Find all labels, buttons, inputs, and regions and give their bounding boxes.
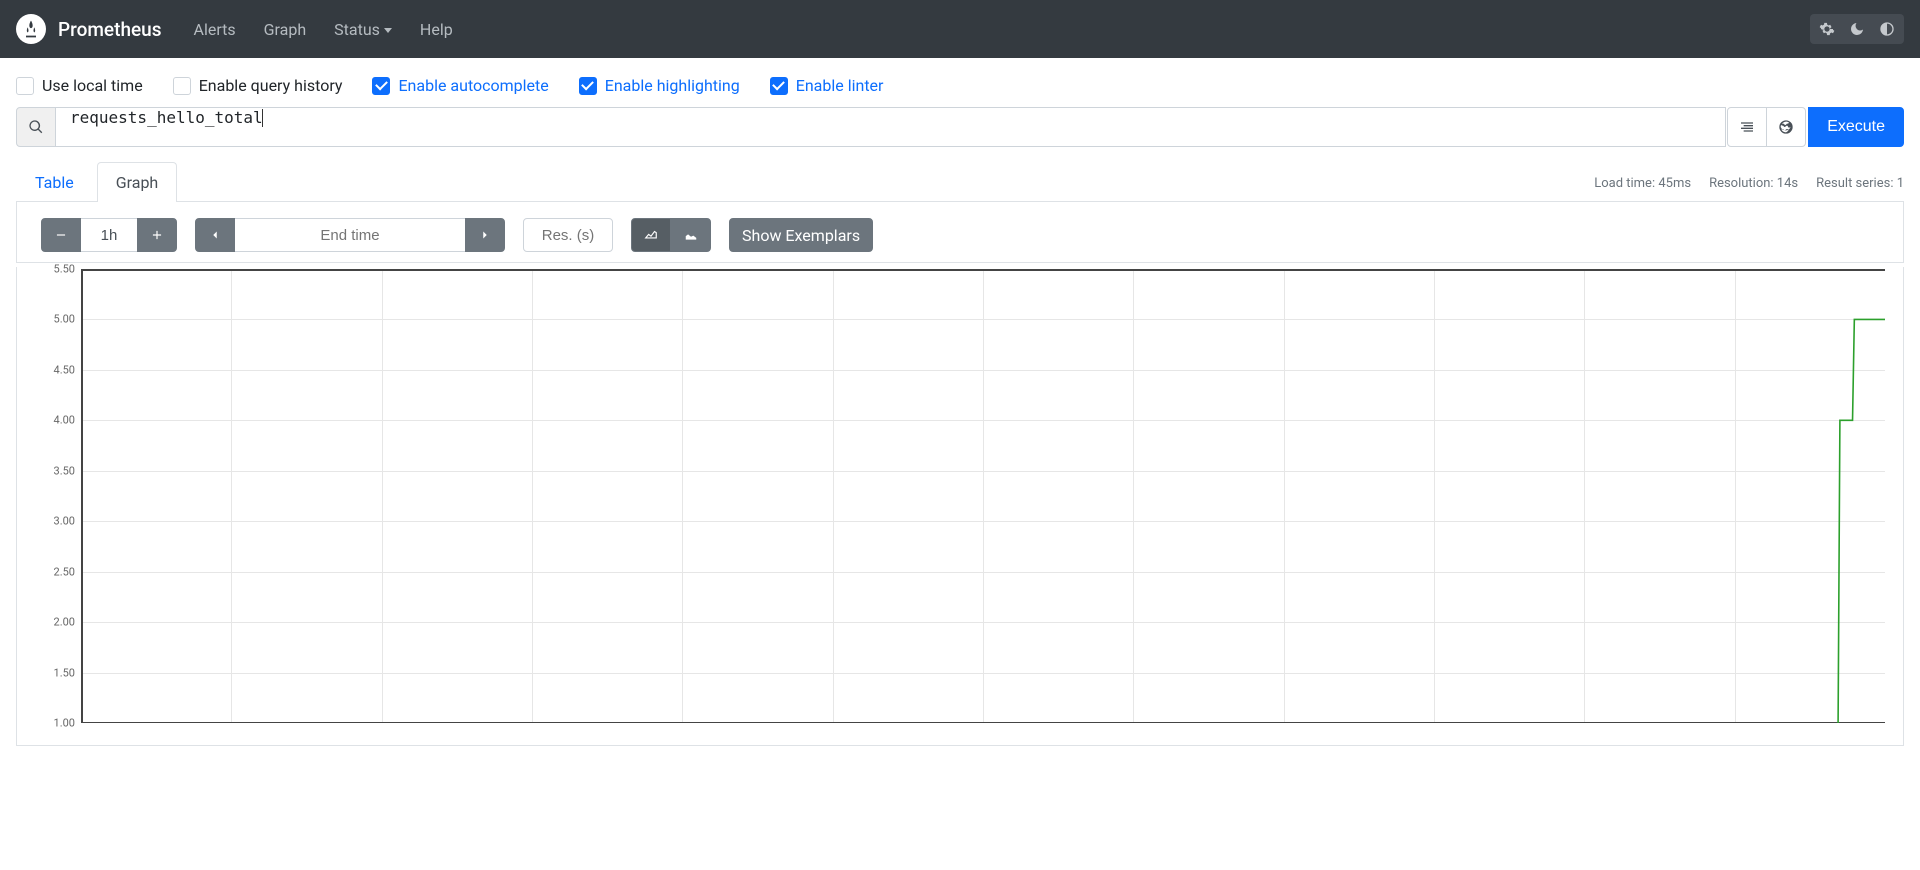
query-bar: requests_hello_total Execute bbox=[16, 107, 1904, 147]
checkbox[interactable] bbox=[16, 77, 34, 95]
opt-highlighting[interactable]: Enable highlighting bbox=[579, 76, 740, 95]
stacked-chart-icon[interactable] bbox=[671, 218, 711, 252]
nav-graph[interactable]: Graph bbox=[252, 12, 319, 47]
endtime-group bbox=[195, 218, 505, 252]
opt-autocomplete[interactable]: Enable autocomplete bbox=[372, 76, 548, 95]
expression-input[interactable]: requests_hello_total bbox=[56, 107, 1726, 147]
meta-load-time: Load time: 45ms bbox=[1594, 176, 1691, 191]
contrast-icon[interactable] bbox=[1872, 16, 1902, 42]
checkbox[interactable] bbox=[173, 77, 191, 95]
moon-icon[interactable] bbox=[1842, 16, 1872, 42]
series-requests_hello_total bbox=[25, 267, 1895, 737]
nav-links: Alerts Graph Status Help bbox=[182, 12, 465, 47]
chevron-down-icon bbox=[384, 28, 392, 33]
opt-label: Enable linter bbox=[796, 76, 884, 95]
execute-button[interactable]: Execute bbox=[1808, 107, 1904, 147]
chart-container: 5.505.004.504.003.503.002.502.001.501.00 bbox=[16, 267, 1904, 746]
opt-label: Use local time bbox=[42, 76, 143, 95]
gear-icon[interactable] bbox=[1812, 16, 1842, 42]
range-increase-button[interactable] bbox=[137, 218, 177, 252]
checkbox[interactable] bbox=[579, 77, 597, 95]
tab-table[interactable]: Table bbox=[16, 162, 93, 202]
nav-alerts[interactable]: Alerts bbox=[182, 12, 248, 47]
opt-label: Enable autocomplete bbox=[398, 76, 548, 95]
brand-name: Prometheus bbox=[58, 18, 162, 41]
endtime-next-button[interactable] bbox=[465, 218, 505, 252]
line-chart-icon[interactable] bbox=[631, 218, 671, 252]
navbar: Prometheus Alerts Graph Status Help bbox=[0, 0, 1920, 58]
flame-icon bbox=[16, 14, 46, 44]
opt-label: Enable highlighting bbox=[605, 76, 740, 95]
endtime-input[interactable] bbox=[235, 218, 465, 252]
charttype-group bbox=[631, 218, 711, 252]
opt-label: Enable query history bbox=[199, 76, 343, 95]
theme-switcher bbox=[1810, 14, 1904, 44]
range-group bbox=[41, 218, 177, 252]
globe-icon[interactable] bbox=[1766, 107, 1806, 147]
meta-resolution: Resolution: 14s bbox=[1709, 176, 1798, 191]
checkbox[interactable] bbox=[770, 77, 788, 95]
show-exemplars-button[interactable]: Show Exemplars bbox=[729, 218, 873, 252]
brand[interactable]: Prometheus bbox=[16, 14, 162, 44]
nav-help[interactable]: Help bbox=[408, 12, 465, 47]
chart[interactable]: 5.505.004.504.003.503.002.502.001.501.00 bbox=[25, 267, 1895, 737]
endtime-prev-button[interactable] bbox=[195, 218, 235, 252]
nav-status[interactable]: Status bbox=[322, 12, 404, 47]
tab-row: Table Graph Load time: 45ms Resolution: … bbox=[16, 161, 1904, 202]
range-decrease-button[interactable] bbox=[41, 218, 81, 252]
checkbox[interactable] bbox=[372, 77, 390, 95]
query-options: Use local time Enable query history Enab… bbox=[0, 58, 1920, 107]
resolution-input[interactable] bbox=[523, 218, 613, 252]
search-icon[interactable] bbox=[16, 107, 56, 147]
tabs: Table Graph bbox=[16, 161, 177, 201]
opt-use-local-time[interactable]: Use local time bbox=[16, 76, 143, 95]
opt-linter[interactable]: Enable linter bbox=[770, 76, 884, 95]
graph-controls: Show Exemplars bbox=[16, 202, 1904, 263]
format-icon[interactable] bbox=[1727, 107, 1767, 147]
res-group bbox=[523, 218, 613, 252]
nav-status-label: Status bbox=[334, 20, 380, 39]
opt-query-history[interactable]: Enable query history bbox=[173, 76, 343, 95]
range-input[interactable] bbox=[81, 218, 137, 252]
expression-text: requests_hello_total bbox=[70, 108, 263, 127]
meta-result-series: Result series: 1 bbox=[1816, 176, 1904, 191]
tab-graph[interactable]: Graph bbox=[97, 162, 178, 202]
query-meta: Load time: 45ms Resolution: 14s Result s… bbox=[1594, 176, 1904, 201]
exemplar-group: Show Exemplars bbox=[729, 218, 873, 252]
